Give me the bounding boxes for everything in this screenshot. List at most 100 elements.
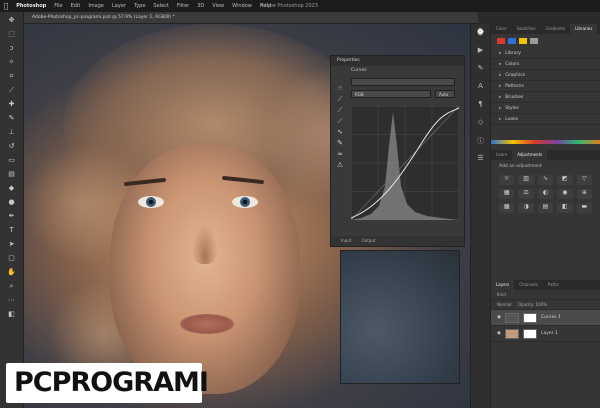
adjustments-panel: Learn Adjustments Add an adjustment ☼ ▥ … xyxy=(490,150,600,280)
list-item[interactable]: ▸ Looks xyxy=(491,114,600,125)
gradient-icon[interactable]: ▤ xyxy=(5,168,19,180)
marquee-icon[interactable]: ⬚ xyxy=(5,28,19,40)
channel-mixer-icon[interactable]: ⊕ xyxy=(576,189,592,199)
paragraph-icon[interactable]: ¶ xyxy=(471,100,490,114)
menu-view[interactable]: View xyxy=(212,3,224,9)
hand-icon[interactable]: ✋ xyxy=(5,266,19,278)
tab-paths[interactable]: Paths xyxy=(543,280,564,290)
levels-icon[interactable]: ▥ xyxy=(518,175,534,185)
move-icon[interactable]: ✥ xyxy=(5,14,19,26)
eyedropper-gray-icon[interactable]: ⟋ xyxy=(334,106,346,117)
auto-button[interactable]: Auto xyxy=(435,90,455,98)
brush-settings-icon[interactable]: ✎ xyxy=(471,64,490,78)
pen-icon[interactable]: ✒ xyxy=(5,210,19,222)
menu-window[interactable]: Window xyxy=(232,3,252,9)
info-icon[interactable]: ☰ xyxy=(471,154,490,168)
eyedropper-icon[interactable]: ⟋ xyxy=(5,84,19,96)
curve-point-icon[interactable]: ∿ xyxy=(334,128,346,139)
eyedropper-black-icon[interactable]: ⟋ xyxy=(334,95,346,106)
gradient-map-icon[interactable]: ▬ xyxy=(576,203,592,213)
play-icon[interactable]: ▶ xyxy=(471,46,490,60)
hue-saturation-icon[interactable]: ▦ xyxy=(499,189,515,199)
blur-icon[interactable]: ◆ xyxy=(5,182,19,194)
list-item[interactable]: ▸ Brushes xyxy=(491,92,600,103)
swatch[interactable] xyxy=(530,38,538,44)
menu-layer[interactable]: Layer xyxy=(112,3,126,9)
warning-icon[interactable]: ⚠ xyxy=(334,161,346,172)
layer-row[interactable]: ◉ Layer 1 xyxy=(491,326,600,342)
magic-wand-icon[interactable]: ✧ xyxy=(5,56,19,68)
color-swatches-icon[interactable]: ◧ xyxy=(5,308,19,320)
menu-edit[interactable]: Edit xyxy=(71,3,81,9)
glyphs-icon[interactable]: ◇ xyxy=(471,118,490,132)
shape-icon[interactable]: ▢ xyxy=(5,252,19,264)
tab-adjustments[interactable]: Adjustments xyxy=(512,150,548,160)
blend-mode-select[interactable]: Normal xyxy=(497,302,511,307)
list-item[interactable]: ▸ Patterns xyxy=(491,81,600,92)
menu-file[interactable]: File xyxy=(54,3,62,9)
menu-image[interactable]: Image xyxy=(88,3,104,9)
visibility-eye-icon[interactable]: ◉ xyxy=(497,315,501,320)
posterize-icon[interactable]: ▤ xyxy=(537,203,554,213)
preset-select[interactable] xyxy=(351,78,455,86)
channel-select[interactable]: RGB xyxy=(351,90,431,98)
black-white-icon[interactable]: ◐ xyxy=(537,189,554,199)
crop-icon[interactable]: ⌗ xyxy=(5,70,19,82)
type-icon[interactable]: T xyxy=(5,224,19,236)
brush-icon[interactable]: ✎ xyxy=(5,112,19,124)
document-tab[interactable]: Adobe-Photoshop_pc-programi.psd @ 57.9% … xyxy=(24,12,478,24)
layer-filter[interactable]: Kind xyxy=(491,290,600,300)
invert-icon[interactable]: ◑ xyxy=(518,203,534,213)
eyedropper-white-icon[interactable]: ⟋ xyxy=(334,117,346,128)
character-icon[interactable]: A xyxy=(471,82,490,96)
lasso-icon[interactable]: ↄ xyxy=(5,42,19,54)
brightness-icon[interactable]: ☼ xyxy=(499,175,515,185)
healing-icon[interactable]: ✚ xyxy=(5,98,19,110)
swatch[interactable] xyxy=(497,38,505,44)
vibrance-icon[interactable]: ▽ xyxy=(576,175,592,185)
smooth-icon[interactable]: ≈ xyxy=(334,150,346,161)
dodge-icon[interactable]: ● xyxy=(5,196,19,208)
swatch[interactable] xyxy=(508,38,516,44)
stamp-icon[interactable]: ⊥ xyxy=(5,126,19,138)
menu-filter[interactable]: Filter xyxy=(177,3,189,9)
zoom-icon[interactable]: ⌕ xyxy=(5,280,19,292)
list-item[interactable]: ▸ Library xyxy=(491,48,600,59)
menu-type[interactable]: Type xyxy=(134,3,145,9)
color-lookup-icon[interactable]: ▦ xyxy=(499,203,515,213)
pencil-icon[interactable]: ✎ xyxy=(334,139,346,150)
visibility-eye-icon[interactable]: ◉ xyxy=(497,331,501,336)
list-item[interactable]: ▸ Styles xyxy=(491,103,600,114)
path-select-icon[interactable]: ➤ xyxy=(5,238,19,250)
color-balance-icon[interactable]: ⚖ xyxy=(518,189,534,199)
info-icon[interactable]: ⓘ xyxy=(471,136,490,150)
menu-3d[interactable]: 3D xyxy=(197,3,204,9)
hand-adjust-icon[interactable]: ☝ xyxy=(334,84,346,95)
eraser-icon[interactable]: ▭ xyxy=(5,154,19,166)
tab-swatches[interactable]: Swatches xyxy=(511,24,540,34)
opacity-field[interactable]: Opacity: 100% xyxy=(518,302,547,307)
history-brush-icon[interactable]: ↺ xyxy=(5,140,19,152)
tab-gradients[interactable]: Gradients xyxy=(541,24,571,34)
tab-color[interactable]: Color xyxy=(491,24,511,34)
list-item[interactable]: ▸ Colors xyxy=(491,59,600,70)
swatch[interactable] xyxy=(519,38,527,44)
app-menu[interactable]: Photoshop xyxy=(16,3,46,9)
more-icon[interactable]: ⋯ xyxy=(5,294,19,306)
exposure-icon[interactable]: ◩ xyxy=(557,175,573,185)
secondary-document-view[interactable] xyxy=(340,250,460,384)
swatch-row xyxy=(491,34,600,48)
photo-filter-icon[interactable]: ◉ xyxy=(557,189,573,199)
menu-select[interactable]: Select xyxy=(153,3,168,9)
apple-icon[interactable]:  xyxy=(4,2,8,10)
tab-layers[interactable]: Layers xyxy=(491,280,515,290)
curves-graph[interactable] xyxy=(351,106,459,220)
tab-learn[interactable]: Learn xyxy=(491,150,512,160)
curves-icon[interactable]: ∿ xyxy=(537,175,554,185)
history-icon[interactable]: ⌚ xyxy=(471,28,490,42)
tab-channels[interactable]: Channels xyxy=(514,280,543,290)
list-item[interactable]: ▸ Graphics xyxy=(491,70,600,81)
threshold-icon[interactable]: ◧ xyxy=(557,203,573,213)
layer-row[interactable]: ◉ Curves 1 xyxy=(491,310,600,326)
tab-libraries[interactable]: Libraries xyxy=(570,24,598,34)
